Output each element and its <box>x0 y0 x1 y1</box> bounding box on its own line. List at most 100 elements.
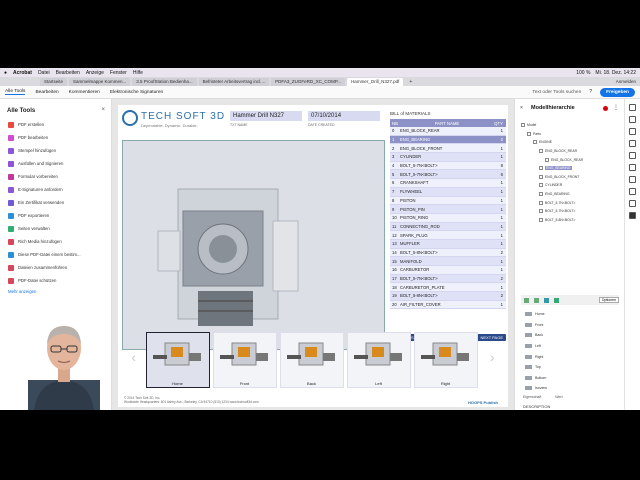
more-options-icon[interactable]: ⋮ <box>613 104 619 111</box>
share-button[interactable]: Freigeben <box>600 87 635 97</box>
tree-tool-icon[interactable] <box>554 297 559 303</box>
tool-add-stamp[interactable]: Stempel hinzufügen <box>0 144 111 157</box>
view-item[interactable]: Home <box>525 309 547 320</box>
tree-node[interactable]: BOLT_5-7N<BOLT> <box>521 198 621 207</box>
tree-node[interactable]: ENG_BEARING <box>521 164 621 173</box>
visibility-checkbox[interactable] <box>539 209 543 214</box>
visibility-checkbox[interactable] <box>539 192 543 197</box>
visibility-checkbox[interactable] <box>539 217 543 222</box>
link-icon[interactable] <box>629 152 636 159</box>
menu-help[interactable]: Hilfe <box>133 70 143 76</box>
view-item[interactable]: Bottom <box>525 373 547 384</box>
view-thumbnail[interactable]: Front <box>212 332 277 388</box>
security-icon[interactable] <box>629 188 636 195</box>
search-input[interactable]: Text oder Tools suchen <box>532 90 581 95</box>
bom-row[interactable]: 1 ENG_BEARING 2 <box>390 135 506 145</box>
tree-tool-icon[interactable] <box>544 297 549 303</box>
view-thumbnail[interactable]: Left <box>346 332 411 388</box>
bom-row[interactable]: 5 BOLT_5-7N<BOLT> 6 <box>390 170 506 180</box>
view-item[interactable]: Front <box>525 320 547 331</box>
view-item[interactable]: Top <box>525 362 547 373</box>
bom-row[interactable]: 18 CARBURETOR_PLATE 1 <box>390 283 506 293</box>
tool-create-pdf[interactable]: PDF erstellen <box>0 118 111 131</box>
visibility-checkbox[interactable] <box>521 123 525 128</box>
tree-node[interactable]: ENG_BLOCK_REAR <box>521 147 621 156</box>
tab-document-active[interactable]: Hammer_Drill_N327.pdf <box>347 77 404 86</box>
bom-row[interactable]: 20 AIR_FILTER_COVER 1 <box>390 300 506 310</box>
bom-row[interactable]: 11 CONNECTING_ROD 1 <box>390 222 506 232</box>
tool-prepare-form[interactable]: Formular vorbereiten <box>0 170 111 183</box>
tab-document[interactable]: Sammelmappe Kommen... <box>69 77 131 86</box>
options-dropdown[interactable]: Optionen <box>598 297 619 303</box>
chevron-left-icon[interactable]: ‹ <box>122 332 146 382</box>
tab-home[interactable]: Startseite <box>40 77 68 86</box>
bom-row[interactable]: 19 BOLT_5-8N<BOLT> 2 <box>390 292 506 301</box>
visibility-checkbox[interactable] <box>539 200 543 205</box>
toolbar-edit[interactable]: Bearbeiten <box>35 90 58 95</box>
bom-row[interactable]: 3 CYLINDER 1 <box>390 153 506 162</box>
bom-row[interactable]: 10 PISTON_RING 1 <box>390 213 506 223</box>
bom-row[interactable]: 7 FLYWHEEL 1 <box>390 187 506 197</box>
bom-row[interactable]: 13 MUFFLER 1 <box>390 239 506 249</box>
view-thumbnail[interactable]: Home <box>145 332 210 388</box>
menu-edit[interactable]: Bearbeiten <box>56 70 80 76</box>
date-field[interactable]: 07/10/2014 <box>308 111 380 121</box>
tree-node[interactable]: Parts <box>521 130 621 139</box>
bom-row[interactable]: 6 CRANKSHAFT 1 <box>390 179 506 188</box>
tab-document[interactable]: Befristeter Arbeitsvertrag incl.... <box>198 77 270 86</box>
view-thumbnail[interactable]: Right <box>413 332 478 388</box>
tree-tool-icon[interactable] <box>534 297 539 303</box>
tool-export-pdf[interactable]: PDF exportieren <box>0 209 111 222</box>
comment-icon[interactable] <box>629 104 636 111</box>
bom-row[interactable]: 0 ENG_BLOCK_REAR 1 <box>390 127 506 136</box>
sign-in-button[interactable]: Anmelden <box>616 79 636 84</box>
bom-row[interactable]: 15 MANIFOLD 1 <box>390 257 506 266</box>
toolbar-all-tools[interactable]: Alle Tools <box>5 89 26 95</box>
bom-row[interactable]: 16 CARBURETOR 1 <box>390 266 506 275</box>
chevron-right-icon[interactable]: › <box>481 332 505 382</box>
tree-node[interactable]: CYLINDER <box>521 181 621 190</box>
battery-indicator[interactable]: 100 % <box>576 70 590 76</box>
menubar-clock[interactable]: Mi. 18. Dez. 14:22 <box>595 70 636 76</box>
toolbar-esign[interactable]: Elektronische Signaturen <box>110 90 163 95</box>
bom-row[interactable]: 12 SPARK_PLUG 1 <box>390 231 506 240</box>
visibility-checkbox[interactable] <box>539 183 543 188</box>
toolbar-comment[interactable]: Kommentieren <box>69 90 100 95</box>
menu-file[interactable]: Datei <box>38 70 50 76</box>
signature-icon[interactable] <box>629 176 636 183</box>
tab-document[interactable]: PDFA3_ZUGFeRD_XC_COMP... <box>271 77 346 86</box>
tree-node[interactable]: Model <box>521 121 621 130</box>
title-field[interactable]: Hammer Drill N327 <box>230 111 302 121</box>
tool-certificate[interactable]: Ein Zertifikat verwenden <box>0 196 111 209</box>
bom-row[interactable]: 17 BOLT_5-7N<BOLT> 2 <box>390 274 506 284</box>
tab-document[interactable]: 3.5 ProofStation Bedienha... <box>132 77 197 86</box>
view-item[interactable]: Left <box>525 341 547 352</box>
tool-combine[interactable]: Dateien zusammenführen <box>0 261 111 274</box>
view-thumbnail[interactable]: Back <box>279 332 344 388</box>
tool-protect[interactable]: PDF-Datei schützen <box>0 274 111 287</box>
visibility-checkbox[interactable] <box>539 174 543 179</box>
tree-node[interactable]: ENG_BLOCK_FRONT <box>521 173 621 182</box>
tree-node[interactable]: ENGINE <box>521 138 621 147</box>
view-item[interactable]: Right <box>525 351 547 362</box>
visibility-checkbox[interactable] <box>539 149 543 154</box>
tree-node[interactable]: ENG_BLOCK_REAR <box>521 155 621 164</box>
tool-standard[interactable]: Diese PDF-Datei einem bestim... <box>0 248 111 261</box>
tags-icon[interactable] <box>629 200 636 207</box>
view-item[interactable]: Isoview <box>525 383 547 394</box>
view-item[interactable]: Back <box>525 330 547 341</box>
tool-rich-media[interactable]: Rich Media hinzufügen <box>0 235 111 248</box>
bom-row[interactable]: 8 PISTON 1 <box>390 196 506 206</box>
tree-tool-icon[interactable] <box>524 297 529 303</box>
apple-icon[interactable]: ● <box>4 70 7 76</box>
visibility-checkbox[interactable] <box>545 157 549 162</box>
bookmark-icon[interactable] <box>629 116 636 123</box>
bom-row[interactable]: 9 PISTON_PIN 1 <box>390 205 506 214</box>
menu-window[interactable]: Fenster <box>110 70 127 76</box>
visibility-checkbox[interactable] <box>539 166 543 171</box>
layers-icon[interactable] <box>629 164 636 171</box>
visibility-checkbox[interactable] <box>533 140 537 145</box>
tool-organize-pages[interactable]: Seiten verwalten <box>0 222 111 235</box>
menu-view[interactable]: Anzeige <box>86 70 104 76</box>
tool-fill-sign[interactable]: Ausfüllen und Signieren <box>0 157 111 170</box>
